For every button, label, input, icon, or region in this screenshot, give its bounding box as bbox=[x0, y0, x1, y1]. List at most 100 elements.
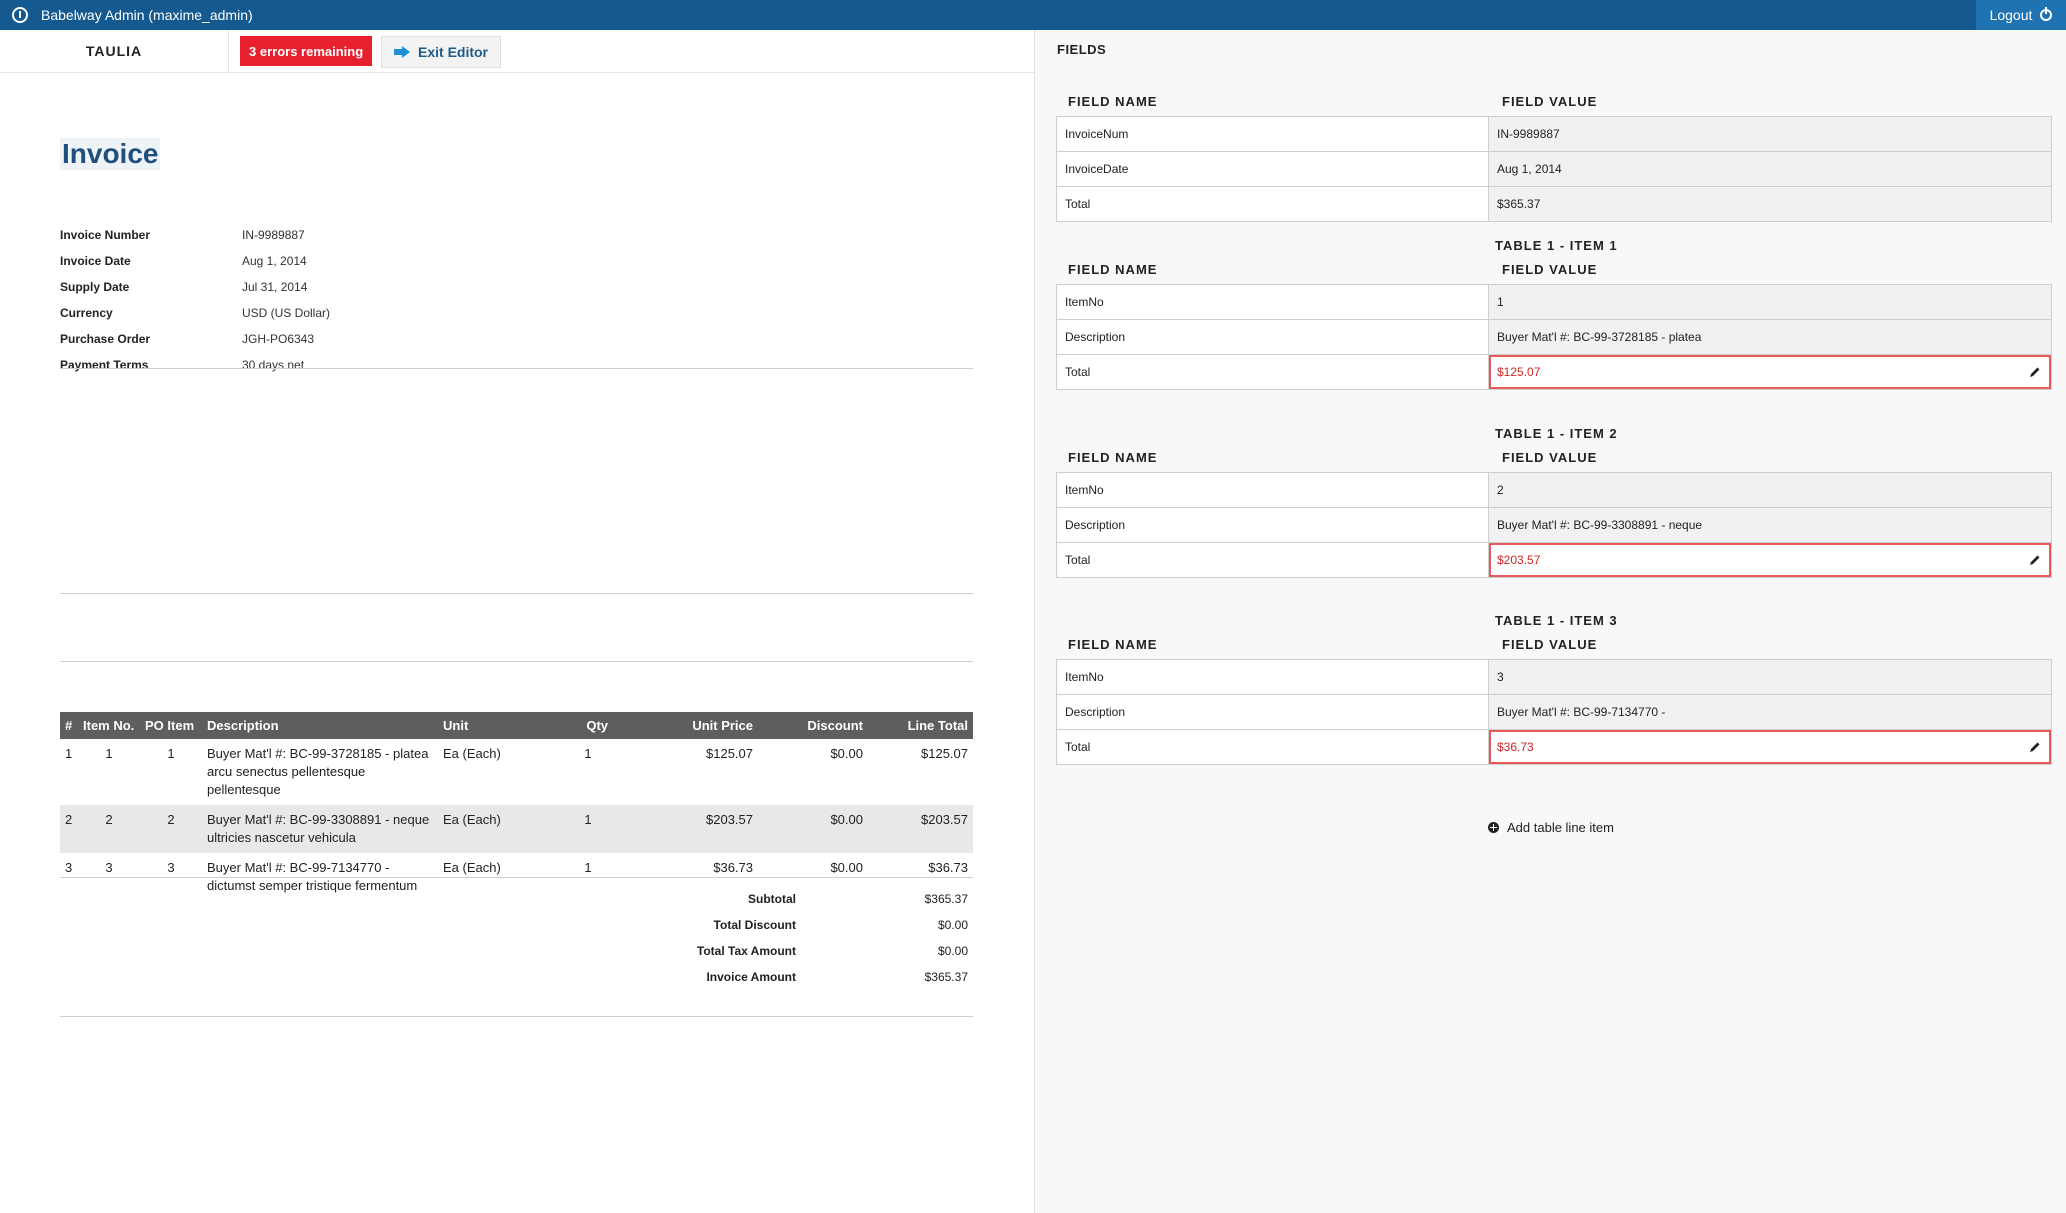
field-row: ItemNo 3 bbox=[1057, 660, 2051, 694]
field-name: ItemNo bbox=[1057, 660, 1489, 694]
field-value-input[interactable]: 2 bbox=[1489, 473, 2051, 507]
col-header: Discount bbox=[758, 712, 868, 739]
total-row: Invoice Amount $365.37 bbox=[600, 970, 973, 990]
add-table-line-item-button[interactable]: Add table line item bbox=[1488, 820, 1614, 835]
divider bbox=[60, 593, 973, 594]
field-value-header: FIELD VALUE bbox=[1502, 450, 1598, 465]
field-value-input[interactable]: Buyer Mat'l #: BC-99-3728185 - platea bbox=[1489, 320, 2051, 354]
total-label: Subtotal bbox=[748, 892, 796, 906]
col-header: Description bbox=[202, 712, 438, 739]
power-icon bbox=[2040, 7, 2053, 21]
total-label: Invoice Amount bbox=[706, 970, 796, 984]
invoice-preview-pane: TAULIA 3 errors remaining Exit Editor In… bbox=[0, 30, 1034, 1213]
field-value-input[interactable]: $365.37 bbox=[1489, 187, 2051, 221]
field-value-input[interactable]: 1 bbox=[1489, 285, 2051, 319]
cell-qty: 1 bbox=[563, 805, 613, 853]
field-name-header: FIELD NAME bbox=[1068, 637, 1158, 652]
line-items-table: # Item No. PO Item Description Unit Qty … bbox=[60, 712, 973, 901]
total-value: $365.37 bbox=[924, 970, 968, 984]
col-header: Qty bbox=[563, 712, 613, 739]
table-row: 1 1 1 Buyer Mat'l #: BC-99-3728185 - platea… bbox=[60, 739, 973, 805]
meta-value: Aug 1, 2014 bbox=[242, 254, 307, 268]
field-value-text: IN-9989887 bbox=[1497, 127, 1560, 141]
field-row: Total $365.37 bbox=[1057, 186, 2051, 221]
cell-po: 2 bbox=[140, 805, 202, 853]
arrow-right-icon bbox=[394, 46, 410, 58]
field-value-input[interactable]: Buyer Mat'l #: BC-99-3308891 - neque bbox=[1489, 508, 2051, 542]
cell-price: $125.07 bbox=[706, 746, 753, 761]
meta-value: Jul 31, 2014 bbox=[242, 280, 308, 294]
cell-item: 1 bbox=[105, 746, 113, 761]
fields-table: ItemNo 3 Description Buyer Mat'l #: BC-99-7… bbox=[1056, 659, 2052, 765]
cell-desc: Buyer Mat'l #: BC-99-3308891 - neque ult… bbox=[202, 805, 438, 853]
field-value-input[interactable]: Buyer Mat'l #: BC-99-7134770 - bbox=[1489, 695, 2051, 729]
add-item-label: Add table line item bbox=[1507, 820, 1614, 835]
field-value-text: Buyer Mat'l #: BC-99-3728185 - platea bbox=[1497, 330, 1702, 344]
field-value-error-input[interactable]: $203.57 bbox=[1489, 543, 2051, 577]
field-value-error-input[interactable]: $36.73 bbox=[1489, 730, 2051, 764]
cell-disc: $0.00 bbox=[758, 805, 868, 853]
field-row: Total $203.57 bbox=[1057, 542, 2051, 577]
table-header-row: # Item No. PO Item Description Unit Qty … bbox=[60, 712, 973, 739]
divider bbox=[60, 1016, 973, 1017]
cell-n: 1 bbox=[65, 746, 73, 761]
total-label: Total Tax Amount bbox=[696, 944, 796, 958]
editor-toolbar: TAULIA 3 errors remaining Exit Editor bbox=[0, 30, 1034, 73]
field-name-header: FIELD NAME bbox=[1068, 94, 1158, 109]
fields-pane: FIELDS FIELD NAME FIELD VALUE InvoiceNum IN… bbox=[1034, 30, 2066, 1213]
invoice-title: Invoice bbox=[60, 138, 161, 170]
meta-label: Invoice Number bbox=[60, 228, 151, 242]
table-row: 2 2 2 Buyer Mat'l #: BC-99-3308891 - neque … bbox=[60, 805, 973, 853]
divider bbox=[60, 368, 973, 369]
cell-price: $203.57 bbox=[613, 805, 758, 853]
meta-label: Currency bbox=[60, 306, 113, 320]
exit-editor-button[interactable]: Exit Editor bbox=[381, 36, 502, 68]
field-value-input[interactable]: 3 bbox=[1489, 660, 2051, 694]
field-name: Total bbox=[1057, 730, 1489, 764]
meta-label: Invoice Date bbox=[60, 254, 131, 268]
field-value-header: FIELD VALUE bbox=[1502, 637, 1598, 652]
field-name-header: FIELD NAME bbox=[1068, 450, 1158, 465]
meta-value: IN-9989887 bbox=[242, 228, 305, 242]
col-header: Item No. bbox=[78, 712, 140, 739]
fields-table: ItemNo 1 Description Buyer Mat'l #: BC-99-3… bbox=[1056, 284, 2052, 390]
meta-value: 30 days net bbox=[242, 358, 305, 372]
col-header: PO Item bbox=[140, 712, 202, 739]
field-value-text: Buyer Mat'l #: BC-99-7134770 - bbox=[1497, 705, 1666, 719]
meta-value: USD (US Dollar) bbox=[242, 306, 331, 320]
meta-label: Payment Terms bbox=[60, 358, 149, 372]
field-name: Description bbox=[1057, 695, 1489, 729]
field-name: InvoiceNum bbox=[1057, 117, 1489, 151]
field-row: InvoiceNum IN-9989887 bbox=[1057, 117, 2051, 151]
field-name: ItemNo bbox=[1057, 285, 1489, 319]
field-value-text: $203.57 bbox=[1497, 553, 1541, 567]
total-row: Total Discount $0.00 bbox=[600, 918, 973, 938]
table-item-title: TABLE 1 - ITEM 3 bbox=[1495, 613, 1618, 628]
logout-button[interactable]: Logout bbox=[1976, 0, 2066, 30]
field-value-error-input[interactable]: $125.07 bbox=[1489, 355, 2051, 389]
field-row: Total $125.07 bbox=[1057, 354, 2051, 389]
fields-header: FIELDS bbox=[1057, 42, 1107, 57]
cell-po: 1 bbox=[167, 746, 175, 761]
table-item-title: TABLE 1 - ITEM 2 bbox=[1495, 426, 1618, 441]
pencil-icon[interactable] bbox=[2029, 554, 2041, 566]
app-title: Babelway Admin (maxime_admin) bbox=[41, 7, 253, 23]
field-name: Description bbox=[1057, 508, 1489, 542]
field-value-text: 1 bbox=[1497, 295, 1504, 309]
cell-unit: Ea (Each) bbox=[438, 805, 563, 853]
errors-remaining-badge[interactable]: 3 errors remaining bbox=[240, 36, 373, 66]
field-value-input[interactable]: IN-9989887 bbox=[1489, 117, 2051, 151]
divider bbox=[60, 661, 973, 662]
field-value-text: 3 bbox=[1497, 670, 1504, 684]
field-value-input[interactable]: Aug 1, 2014 bbox=[1489, 152, 2051, 186]
field-name-header: FIELD NAME bbox=[1068, 262, 1158, 277]
field-name: Total bbox=[1057, 355, 1489, 389]
field-row: InvoiceDate Aug 1, 2014 bbox=[1057, 151, 2051, 186]
pencil-icon[interactable] bbox=[2029, 741, 2041, 753]
pencil-icon[interactable] bbox=[2029, 366, 2041, 378]
top-bar: Babelway Admin (maxime_admin) Logout bbox=[0, 0, 2066, 30]
field-value-text: $365.37 bbox=[1497, 197, 1541, 211]
meta-value: JGH-PO6343 bbox=[242, 332, 315, 346]
brand-label: TAULIA bbox=[0, 30, 229, 72]
field-value-header: FIELD VALUE bbox=[1502, 94, 1598, 109]
